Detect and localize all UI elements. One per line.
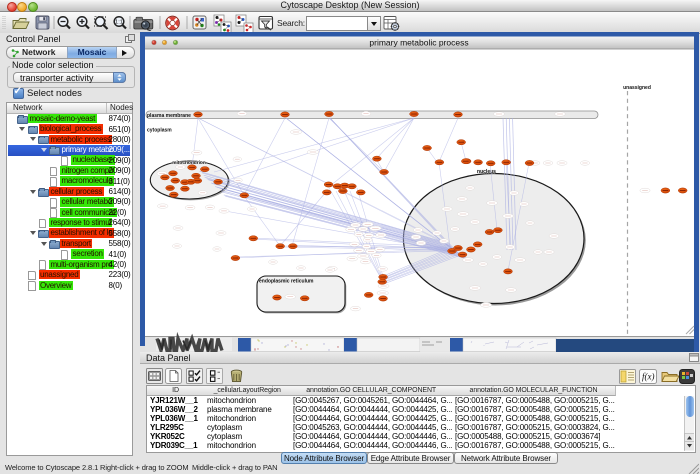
- svg-text:cytoplasm: cytoplasm: [147, 128, 172, 134]
- svg-text:plasma membrane: plasma membrane: [147, 113, 191, 119]
- svg-text:unassigned: unassigned: [623, 85, 651, 91]
- svg-text:nucleus: nucleus: [477, 169, 496, 175]
- svg-text:1:1: 1:1: [115, 19, 123, 25]
- svg-text:f(x): f(x): [642, 372, 655, 382]
- svg-text:endoplasmic reticulum: endoplasmic reticulum: [259, 279, 314, 285]
- svg-text:primary metabolic process: primary metabolic process: [369, 38, 468, 48]
